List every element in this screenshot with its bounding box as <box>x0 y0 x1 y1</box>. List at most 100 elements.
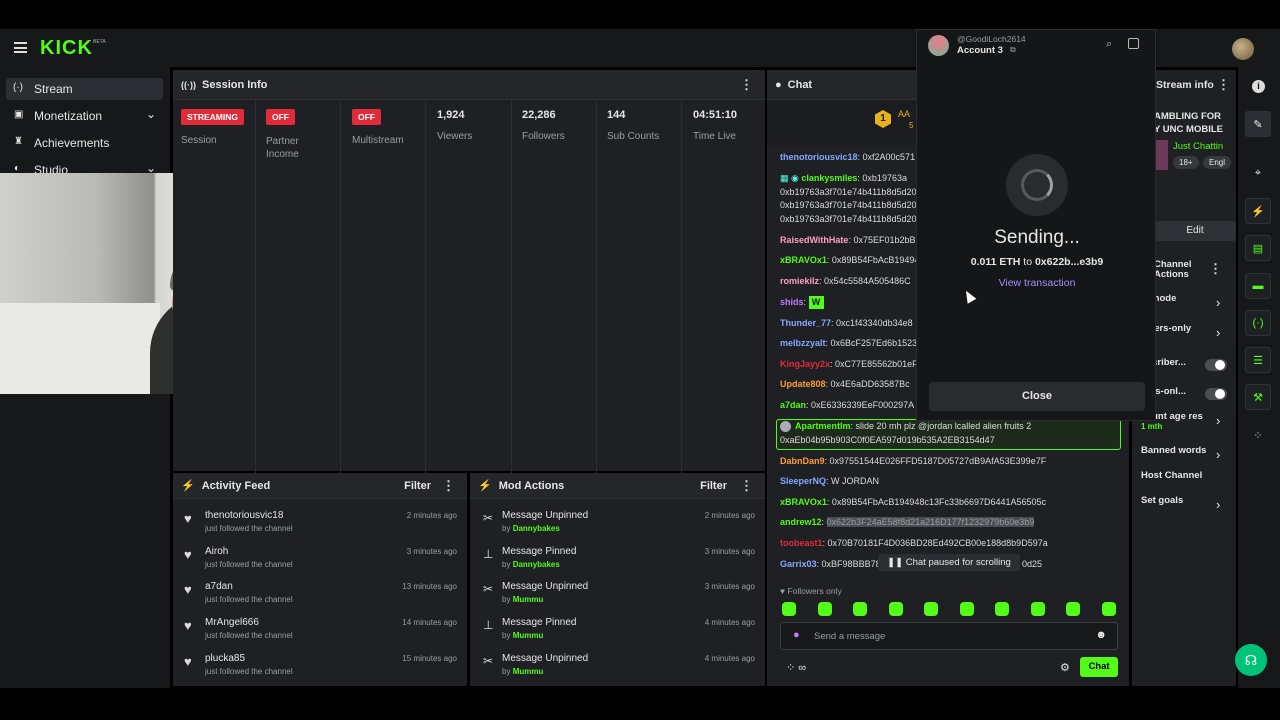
sidebar-item-stream[interactable]: (·) Stream <box>6 78 163 100</box>
emote-icon[interactable] <box>959 602 974 616</box>
account-name[interactable]: Account 3 <box>957 45 1003 56</box>
more-options-icon[interactable]: ⋮ <box>442 478 455 494</box>
sidebar-item-label: Achievements <box>34 136 110 150</box>
chat-tools-icon[interactable]: ⁘ ∞ <box>786 661 806 674</box>
list-item[interactable]: ⊥ Message Pinned by Dannybakes 3 minutes… <box>478 544 758 578</box>
channel-action-item[interactable]: Set goals <box>1141 495 1211 506</box>
list-item[interactable]: ♥ MrAngel666 just followed the channel 1… <box>180 615 460 649</box>
heart-icon: ♥ <box>184 511 192 526</box>
chevron-right-icon: › <box>1216 497 1221 512</box>
list-item[interactable]: ✂ Message Unpinned by Mummu 4 minutes ag… <box>478 651 758 685</box>
panel-title: Stream info <box>1156 79 1214 91</box>
broadcast-icon: ((·)) <box>181 79 196 90</box>
wrench-icon[interactable]: ⚒ <box>1245 384 1271 410</box>
badge-icon: ▦ ◉ <box>780 173 802 183</box>
list-item[interactable]: ♥ thenotoriousvic18 just followed the ch… <box>180 508 460 542</box>
broadcast-icon[interactable]: (·) <box>1245 310 1271 336</box>
panel-title: Activity Feed <box>201 479 271 492</box>
activity-desc: just followed the channel <box>205 631 293 641</box>
search-icon[interactable]: ⌕ <box>1106 38 1112 51</box>
edit-pencil-icon[interactable]: ✎ <box>1245 111 1271 137</box>
lightning-icon[interactable]: ⚡ <box>1245 198 1271 224</box>
scan-icon[interactable]: ⌖ <box>1245 160 1271 186</box>
activity-user: a7dan <box>205 581 233 593</box>
emote-icon[interactable] <box>888 602 903 616</box>
sidebar-toggle-icon[interactable] <box>1128 38 1139 49</box>
stat-value: 22,286 <box>522 109 556 121</box>
layout-icon[interactable]: ☰ <box>1245 347 1271 373</box>
filter-button[interactable]: Filter <box>404 480 431 492</box>
chat-message[interactable]: SleeperNQ: W JORDAN <box>780 475 1120 488</box>
panel-title: Session Info <box>202 78 268 91</box>
emote-icon[interactable] <box>1030 602 1045 616</box>
activity-desc: just followed the channel <box>205 524 293 533</box>
more-options-icon[interactable]: ⋮ <box>740 77 753 93</box>
emote-icon[interactable] <box>817 602 832 616</box>
chat-message[interactable]: toobeast1: 0x70B70181F4D036BD28Ed492CB00… <box>780 537 1120 550</box>
mod-action: Message Unpinned <box>502 652 589 664</box>
toggle-switch[interactable] <box>1205 359 1227 371</box>
chat-message[interactable]: andrew12: 0x622b3F24aE58f8d21a216D177f12… <box>780 516 1120 529</box>
close-button[interactable]: Close <box>929 382 1145 411</box>
list-item[interactable]: ✂ Message Unpinned by Mummu 3 minutes ag… <box>478 579 758 613</box>
more-options-icon[interactable]: ⋮ <box>740 478 753 494</box>
list-item[interactable]: ⊥ Message Pinned by Mummu 4 minutes ago <box>478 615 758 649</box>
copy-icon[interactable]: ⧉ <box>1010 45 1016 55</box>
activity-desc: just followed the channel <box>205 559 293 569</box>
view-transaction-link[interactable]: View transaction <box>917 277 1157 289</box>
activity-user: plucka85 <box>205 652 246 664</box>
emote-icon[interactable] <box>995 602 1009 616</box>
apps-icon[interactable]: ⁘ <box>1245 422 1271 448</box>
chat-message[interactable]: DabnDan9: 0x97551544E026FFD5187D05727dB9… <box>780 455 1120 468</box>
more-options-icon[interactable]: ⋮ <box>1209 261 1222 277</box>
followers-only-label: ♥ Followers only <box>780 586 842 596</box>
heart-icon: ♥ <box>184 582 192 598</box>
emoji-icon[interactable]: ☻ <box>1095 629 1107 641</box>
mod-time: 4 minutes ago <box>704 618 755 628</box>
stat-value: 1,924 <box>437 109 465 121</box>
list-item[interactable]: ♥ plucka85 just followed the channel 15 … <box>180 651 460 685</box>
emote-icon[interactable] <box>1066 602 1080 616</box>
send-summary: 0.011 ETH to 0x622b...e3b9 <box>970 256 1104 268</box>
emote-icon[interactable] <box>1101 602 1116 616</box>
send-chat-button[interactable]: Chat <box>1080 657 1118 677</box>
chat-message[interactable]: xBRAVOx1: 0x89B54FbAcB194948c13Fc33b6697… <box>780 496 1120 509</box>
sidebar-item-monetization[interactable]: ▣ Monetization ⌄ <box>6 105 163 127</box>
document-icon[interactable]: ▤ <box>1245 235 1271 261</box>
sidebar-item-achievements[interactable]: ♜ Achievements <box>6 132 163 154</box>
list-item[interactable]: ✂ Message Unpinned by Dannybakes 2 minut… <box>478 508 758 542</box>
channel-action-item[interactable]: Host Channel <box>1141 470 1211 481</box>
emote-icon[interactable] <box>782 602 796 616</box>
help-support-icon[interactable]: ☊ <box>1235 644 1267 676</box>
emote-icon[interactable] <box>853 602 867 616</box>
account-avatar[interactable] <box>928 35 949 56</box>
kick-logo[interactable]: KICK <box>40 37 93 60</box>
edit-button[interactable]: Edit <box>1154 221 1236 241</box>
menu-icon[interactable] <box>14 42 27 53</box>
chevron-right-icon: › <box>1216 413 1221 428</box>
toggle-switch[interactable] <box>1205 388 1227 400</box>
mic-icon[interactable]: ● <box>793 629 800 641</box>
channel-action-item[interactable]: Banned words <box>1141 445 1211 456</box>
emote-icon[interactable] <box>924 602 938 616</box>
mod-action: Message Unpinned <box>502 581 589 593</box>
chat-bubble-icon[interactable]: ▬ <box>1245 273 1271 299</box>
mod-time: 3 minutes ago <box>704 582 755 592</box>
more-options-icon[interactable]: ⋮ <box>1217 77 1230 93</box>
mod-time: 3 minutes ago <box>704 546 755 556</box>
info-icon[interactable]: i <box>1252 80 1265 93</box>
activity-user: thenotoriousvic18 <box>205 510 284 521</box>
chat-paused-banner[interactable]: ❚❚ Chat paused for scrolling <box>878 554 1020 571</box>
pin-icon: ⊥ <box>483 546 494 561</box>
category-link[interactable]: Just Chattin <box>1173 141 1223 152</box>
mod-action: Message Pinned <box>502 617 577 629</box>
list-item[interactable]: ♥ a7dan just followed the channel 13 min… <box>180 579 460 613</box>
channel-actions-title: Channel Actions <box>1154 259 1192 280</box>
chat-input[interactable]: ● Send a message ☻ <box>780 622 1118 650</box>
avatar[interactable] <box>1232 38 1254 60</box>
list-item[interactable]: ♥ Airoh just followed the channel 3 minu… <box>180 544 460 578</box>
settings-gear-icon[interactable]: ⚙ <box>1060 661 1070 674</box>
lightning-icon: ⚡ <box>181 480 195 492</box>
filter-button[interactable]: Filter <box>700 480 727 492</box>
stat-label: Followers <box>522 131 565 142</box>
